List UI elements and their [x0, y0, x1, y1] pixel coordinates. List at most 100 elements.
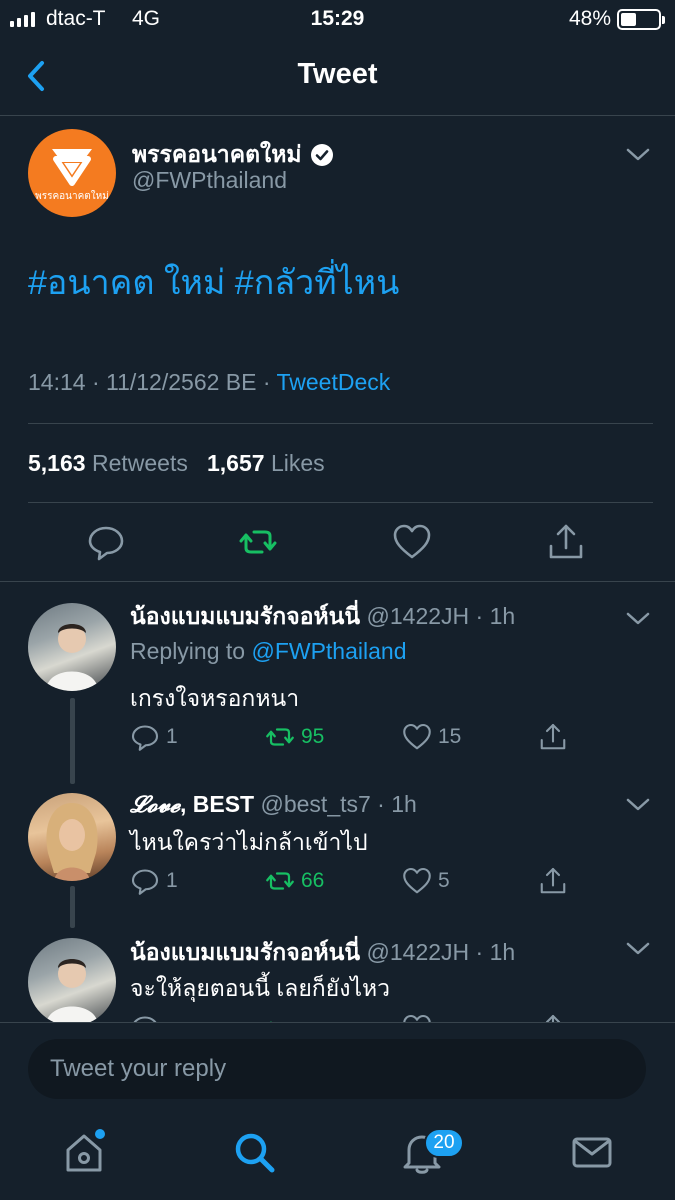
share-icon [540, 723, 566, 750]
reply-count: 1 [166, 725, 178, 748]
likes-count[interactable]: 1,657 [207, 450, 265, 476]
reply-header: น้องแบมแบมรักจอห์นนี่ @1422JH · 1h [130, 939, 516, 965]
reply-author-handle[interactable]: @1422JH [367, 939, 470, 965]
share-button[interactable] [538, 1013, 568, 1022]
tweet-meta: 14:14 · 11/12/2562 BE · TweetDeck [28, 369, 390, 396]
reply-actions [130, 1013, 590, 1022]
reply-actions: 1 95 15 [130, 722, 590, 756]
reply-icon [131, 725, 159, 751]
person-photo-icon [46, 803, 98, 881]
heart-icon [403, 867, 431, 894]
tab-bar: 20 [0, 1110, 675, 1200]
reply-tweet[interactable]: 𝓛𝓸𝓿𝓮, BEST @best_ts7 · 1h ไหนใครว่าไม่กล… [0, 783, 675, 923]
retweet-icon [270, 1021, 272, 1022]
divider [28, 502, 653, 503]
reply-age: 1h [391, 791, 417, 817]
reply-author-name[interactable]: น้องแบมแบมรักจอห์นนี่ [130, 939, 360, 965]
retweet-icon [266, 728, 294, 746]
reply-tweet[interactable]: น้องแบมแบมรักจอห์นนี่ @1422JH · 1h จะให้… [0, 923, 675, 1022]
page-title: Tweet [297, 58, 378, 90]
share-icon [545, 1014, 561, 1022]
reply-author-handle[interactable]: @1422JH [367, 603, 470, 629]
thread-line [70, 698, 75, 784]
like-button[interactable]: 5 [402, 866, 450, 896]
verified-badge-icon [310, 144, 333, 166]
reply-button[interactable]: 1 [130, 722, 178, 752]
reply-text[interactable]: เกรงใจหรอกหนา [130, 681, 299, 717]
retweet-button[interactable]: 66 [265, 866, 324, 896]
tweet-actions [0, 522, 675, 572]
tweet-stats: 5,163 Retweets 1,657 Likes [28, 450, 325, 477]
retweet-icon[interactable] [238, 522, 278, 562]
replying-to: Replying to @FWPthailand [130, 638, 406, 665]
avatar-label: พรรคอนาคตใหม่ [35, 191, 109, 202]
share-button[interactable] [538, 866, 568, 896]
notifications-badge: 20 [424, 1128, 464, 1158]
battery-percent: 48% [568, 7, 611, 30]
share-icon [540, 867, 566, 894]
replying-prefix: Replying to [130, 638, 252, 664]
share-button[interactable] [538, 722, 568, 752]
tweet-source-link[interactable]: TweetDeck [277, 369, 391, 395]
tweet-timestamp: 14:14 · 11/12/2562 BE · [28, 369, 277, 395]
reply-tweet[interactable]: น้องแบมแบมรักจอห์นนี่ @1422JH · 1h Reply… [0, 583, 675, 783]
reply-header: 𝓛𝓸𝓿𝓮, BEST @best_ts7 · 1h [130, 791, 417, 818]
chevron-down-icon[interactable] [625, 611, 651, 627]
reply-text[interactable]: ไหนใครว่าไม่กล้าเข้าไป [130, 825, 368, 861]
like-count: 15 [438, 725, 462, 748]
like-count: 5 [438, 869, 450, 892]
reply-icon [131, 869, 159, 895]
likes-label[interactable]: Likes [271, 450, 325, 476]
retweet-icon [266, 872, 294, 890]
avatar[interactable] [28, 938, 116, 1022]
author-handle[interactable]: @FWPthailand [132, 167, 287, 194]
person-photo-icon [46, 959, 98, 1022]
retweet-count: 95 [301, 725, 325, 748]
reply-count: 1 [166, 869, 178, 892]
reply-author-name-script[interactable]: 𝓛𝓸𝓿𝓮 [130, 791, 180, 818]
mail-icon[interactable] [570, 1130, 614, 1174]
replying-to-link[interactable]: @FWPthailand [251, 638, 406, 664]
reply-age: 1h [489, 603, 516, 629]
reply-text[interactable]: จะให้ลุยตอนนี้ เลยก็ยังไหว [130, 971, 390, 1007]
chevron-down-icon[interactable] [625, 797, 651, 813]
retweet-button[interactable] [265, 1013, 295, 1022]
reply-age: 1h [489, 939, 516, 965]
unread-dot [95, 1129, 105, 1139]
retweet-count: 66 [301, 869, 325, 892]
avatar[interactable]: พรรคอนาคตใหม่ [28, 129, 116, 217]
retweet-button[interactable]: 95 [265, 722, 324, 752]
reply-actions: 1 66 5 [130, 866, 590, 900]
reply-icon[interactable] [86, 522, 126, 562]
tweet-text[interactable]: #อนาคต ใหม่ #กลัวที่ไหน [28, 255, 399, 309]
battery-icon [617, 9, 665, 30]
chevron-down-icon[interactable] [625, 147, 651, 163]
nav-header: Tweet [0, 40, 675, 116]
reply-icon [133, 1016, 157, 1022]
retweets-count[interactable]: 5,163 [28, 450, 86, 476]
reply-author-handle[interactable]: @best_ts7 [261, 791, 371, 817]
reply-button[interactable] [130, 1013, 160, 1022]
divider [28, 423, 653, 424]
avatar[interactable] [28, 603, 116, 691]
reply-author-name[interactable]: , BEST [180, 791, 254, 817]
person-photo-icon [46, 624, 98, 691]
retweets-label[interactable]: Retweets [92, 450, 188, 476]
reply-author-name[interactable]: น้องแบมแบมรักจอห์นนี่ [130, 603, 360, 629]
like-button[interactable] [402, 1013, 432, 1022]
heart-icon [403, 1014, 431, 1022]
thread-line [70, 886, 75, 928]
reply-button[interactable]: 1 [130, 866, 178, 896]
search-icon[interactable] [232, 1130, 276, 1174]
chevron-down-icon[interactable] [625, 941, 651, 957]
reply-input[interactable]: Tweet your reply [28, 1039, 646, 1099]
heart-icon [403, 723, 431, 750]
status-bar: dtac-T 4G 15:29 48% [0, 0, 675, 40]
reply-header: น้องแบมแบมรักจอห์นนี่ @1422JH · 1h [130, 603, 516, 629]
like-button[interactable]: 15 [402, 722, 461, 752]
reply-compose-area: Tweet your reply [0, 1022, 675, 1122]
share-icon[interactable] [546, 522, 586, 562]
avatar[interactable] [28, 793, 116, 881]
main-tweet: พรรคอนาคตใหม่ พรรคอนาคตใหม่ @FWPthailand… [0, 117, 675, 582]
heart-icon[interactable] [392, 522, 432, 562]
